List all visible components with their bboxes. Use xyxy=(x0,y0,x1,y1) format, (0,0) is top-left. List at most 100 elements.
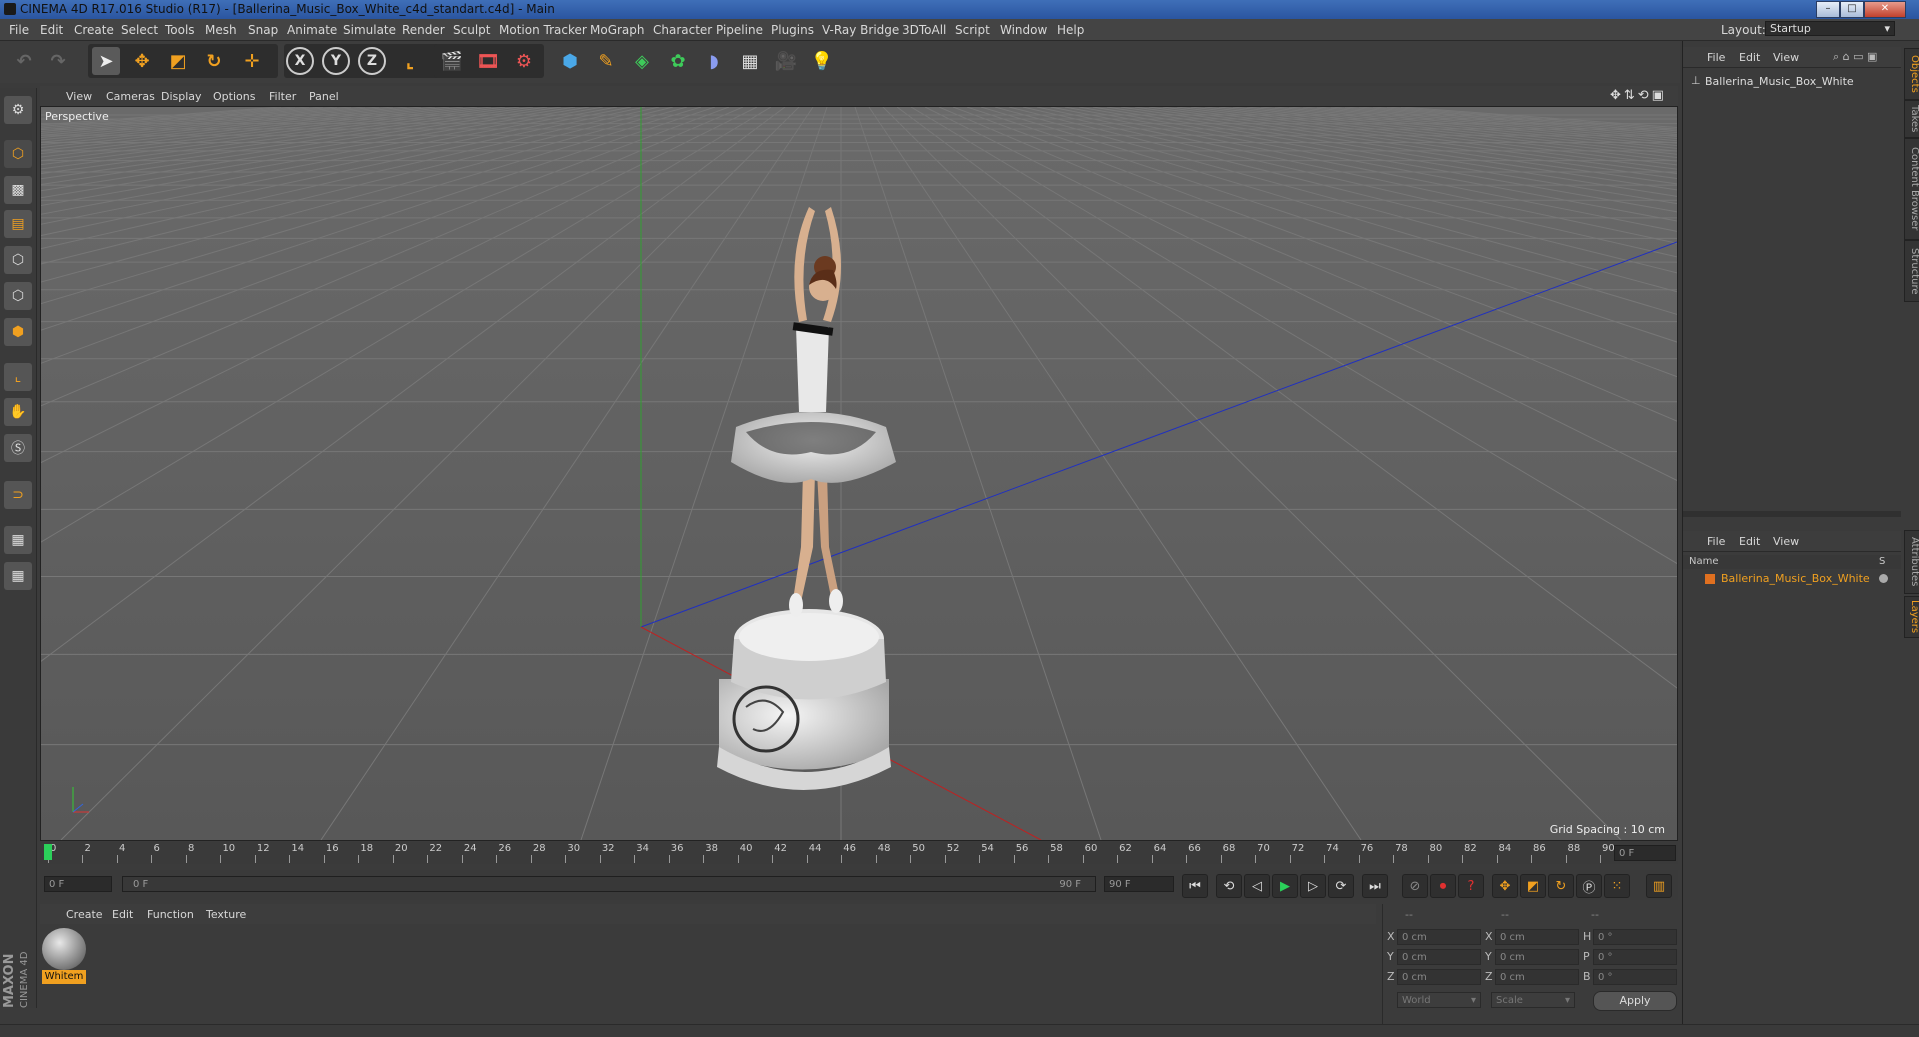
timeline-window-icon[interactable]: ▥ xyxy=(1646,874,1672,898)
lock-z-axis-button[interactable]: Z xyxy=(358,47,386,75)
lock-workplane-icon[interactable]: ▦ xyxy=(4,526,32,554)
vp-menu-cameras[interactable]: Cameras xyxy=(106,90,155,103)
maximize-button[interactable]: □ xyxy=(1840,1,1864,18)
obj-menu-edit[interactable]: Edit xyxy=(1739,51,1760,64)
object-manager-tool-icons[interactable]: ⌕ ⌂ ▭ ▣ xyxy=(1833,50,1877,64)
size-mode-dropdown[interactable]: Scale ▾ xyxy=(1491,992,1575,1008)
make-editable-icon[interactable]: ⚙ xyxy=(4,96,32,124)
autokey-icon[interactable]: ⏺ xyxy=(1430,874,1456,898)
tweak-mode-icon[interactable]: ✋ xyxy=(4,398,32,426)
menu-sculpt[interactable]: Sculpt xyxy=(453,23,490,37)
select-cursor-icon[interactable]: ➤ xyxy=(92,47,120,75)
texture-mode-icon[interactable]: ▩ xyxy=(4,176,32,204)
previous-frame-icon[interactable]: ◁ xyxy=(1244,874,1270,898)
menu-pipeline[interactable]: Pipeline xyxy=(716,23,763,37)
apply-button[interactable]: Apply xyxy=(1593,991,1677,1011)
mat-menu-texture[interactable]: Texture xyxy=(206,908,246,921)
rotation-h-field[interactable]: 0 ° xyxy=(1593,929,1677,945)
layer-row[interactable]: Ballerina_Music_Box_White xyxy=(1687,572,1897,586)
playhead[interactable] xyxy=(44,844,52,860)
mat-menu-create[interactable]: Create xyxy=(66,908,103,921)
menu-animate[interactable]: Animate xyxy=(287,23,337,37)
snap-icon[interactable]: Ⓢ xyxy=(4,434,32,462)
record-keys-icon[interactable]: ⊘ xyxy=(1402,874,1428,898)
layer-solo-toggle[interactable] xyxy=(1879,574,1888,583)
edges-mode-icon[interactable]: ⬡ xyxy=(4,282,32,310)
menu-file[interactable]: File xyxy=(9,23,29,37)
layout-dropdown[interactable]: Startup ▾ xyxy=(1765,21,1895,36)
menu-render[interactable]: Render xyxy=(402,23,445,37)
move-icon[interactable]: ✥ xyxy=(128,47,156,75)
material-name[interactable]: Whitem xyxy=(42,970,86,984)
menu-3dtoall[interactable]: 3DToAll xyxy=(902,23,946,37)
go-to-end-icon[interactable]: ⏭ xyxy=(1362,874,1388,898)
menu-edit[interactable]: Edit xyxy=(40,23,63,37)
spline-pen-icon[interactable]: ✎ xyxy=(592,47,620,75)
menu-vray-bridge[interactable]: V-Ray Bridge xyxy=(822,23,899,37)
timeline-ruler[interactable]: 0 2 4 6 8 10 12 14 16 18 20 22 24 26 28 30 32 34 36 38 40 42 4… xyxy=(40,842,1678,864)
lock-y-axis-button[interactable]: Y xyxy=(322,47,350,75)
tab-attributes[interactable]: Attributes xyxy=(1904,530,1919,594)
model-mode-icon[interactable]: ⬡ xyxy=(4,140,32,168)
menu-mograph[interactable]: MoGraph xyxy=(590,23,645,37)
coordinate-mode-dropdown[interactable]: World ▾ xyxy=(1397,992,1481,1008)
play-icon[interactable]: ▶ xyxy=(1272,874,1298,898)
start-frame-field[interactable]: 0 F xyxy=(44,876,112,892)
key-parameter-icon[interactable]: Ⓟ xyxy=(1576,874,1602,898)
light-icon[interactable]: 💡 xyxy=(808,47,836,75)
end-frame-field[interactable]: 90 F xyxy=(1104,876,1174,892)
vp-menu-view[interactable]: View xyxy=(66,90,92,103)
obj-menu-view[interactable]: View xyxy=(1773,51,1799,64)
position-z-field[interactable]: 0 cm xyxy=(1397,969,1481,985)
menu-select[interactable]: Select xyxy=(121,23,158,37)
minimize-button[interactable]: – xyxy=(1816,1,1840,18)
rotate-icon[interactable]: ↻ xyxy=(200,47,228,75)
vp-menu-filter[interactable]: Filter xyxy=(269,90,296,103)
key-position-icon[interactable]: ✥ xyxy=(1492,874,1518,898)
menu-motion-tracker[interactable]: Motion Tracker xyxy=(499,23,587,37)
menu-create[interactable]: Create xyxy=(74,23,114,37)
key-rotation-icon[interactable]: ↻ xyxy=(1548,874,1574,898)
layer-menu-edit[interactable]: Edit xyxy=(1739,535,1760,548)
render-settings-icon[interactable]: ⚙ xyxy=(510,47,538,75)
subdivision-surface-icon[interactable]: ◈ xyxy=(628,47,656,75)
undo-icon[interactable]: ↶ xyxy=(10,47,38,75)
render-view-icon[interactable]: 🎬 xyxy=(438,47,466,75)
vp-menu-options[interactable]: Options xyxy=(213,90,255,103)
close-button[interactable]: ✕ xyxy=(1864,1,1906,18)
floor-icon[interactable]: ▦ xyxy=(736,47,764,75)
viewport[interactable]: Perspective Grid Spacing : 10 cm xyxy=(40,106,1678,841)
menu-simulate[interactable]: Simulate xyxy=(343,23,396,37)
menu-plugins[interactable]: Plugins xyxy=(771,23,814,37)
mat-menu-function[interactable]: Function xyxy=(147,908,194,921)
material-thumbnail[interactable] xyxy=(42,928,86,970)
scale-icon[interactable]: ◩ xyxy=(164,47,192,75)
viewport-navigation-icons[interactable]: ✥⇅⟲▣ xyxy=(1610,88,1667,103)
vp-menu-panel[interactable]: Panel xyxy=(309,90,339,103)
menu-snap[interactable]: Snap xyxy=(248,23,278,37)
live-selection-icon[interactable]: ✛ xyxy=(238,47,266,75)
tab-takes[interactable]: Takes xyxy=(1904,100,1919,138)
cloner-icon[interactable]: ✿ xyxy=(664,47,692,75)
redo-icon[interactable]: ↷ xyxy=(44,47,72,75)
rotation-p-field[interactable]: 0 ° xyxy=(1593,949,1677,965)
polygons-mode-icon[interactable]: ⬢ xyxy=(4,318,32,346)
go-to-start-icon[interactable]: ⏮ xyxy=(1182,874,1208,898)
tab-structure[interactable]: Structure xyxy=(1904,240,1919,302)
menu-help[interactable]: Help xyxy=(1057,23,1084,37)
panel-scrollbar[interactable] xyxy=(1683,511,1901,517)
size-z-field[interactable]: 0 cm xyxy=(1495,969,1579,985)
size-y-field[interactable]: 0 cm xyxy=(1495,949,1579,965)
render-picture-viewer-icon[interactable]: 🎞 xyxy=(474,47,502,75)
axis-mode-icon[interactable]: ⌞ xyxy=(4,363,32,391)
points-mode-icon[interactable]: ⬡ xyxy=(4,246,32,274)
previous-key-icon[interactable]: ⟲ xyxy=(1216,874,1242,898)
menu-window[interactable]: Window xyxy=(1000,23,1047,37)
layer-menu-file[interactable]: File xyxy=(1707,535,1725,548)
workplane-icon[interactable]: ▤ xyxy=(4,210,32,238)
keyframe-selection-icon[interactable]: ? xyxy=(1458,874,1484,898)
current-frame-field[interactable]: 0 F xyxy=(1614,845,1676,861)
key-pla-icon[interactable]: ⁙ xyxy=(1604,874,1630,898)
magnet-icon[interactable]: ⊃ xyxy=(4,481,32,509)
coordinate-system-icon[interactable]: ⌞ xyxy=(396,47,424,75)
